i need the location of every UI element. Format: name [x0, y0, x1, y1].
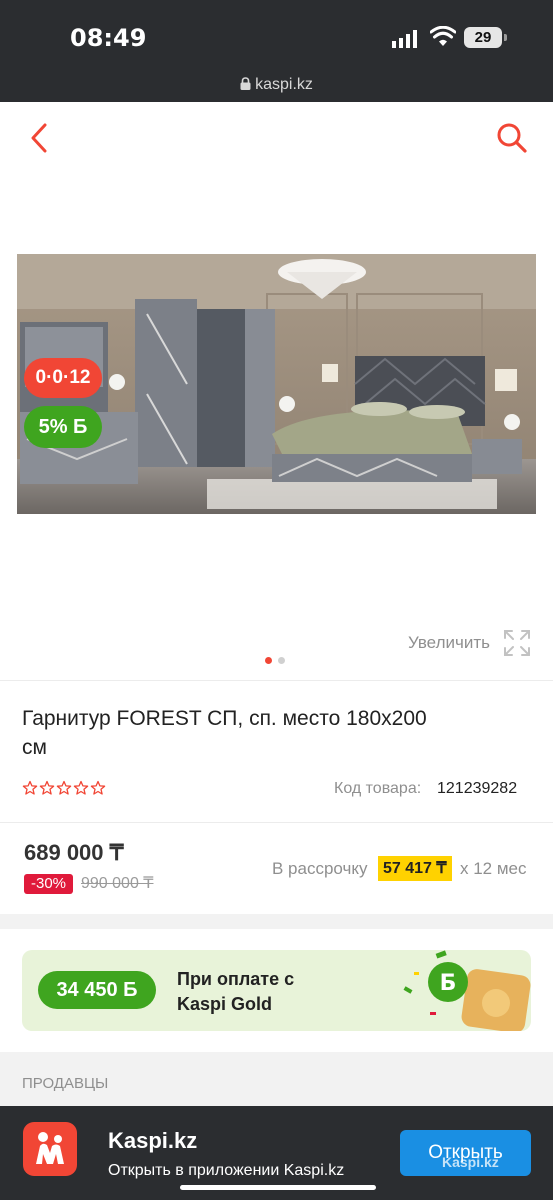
url-bar[interactable]: kaspi.kz — [0, 76, 553, 94]
wifi-icon — [430, 26, 456, 46]
pagination-dot[interactable] — [278, 657, 285, 664]
sellers-label: ПРОДАВЦЫ — [22, 1075, 109, 1092]
top-navigation — [0, 102, 553, 177]
discount-badge: -30% — [24, 874, 73, 894]
status-bar: 08:49 29 kaspi.kz — [0, 0, 553, 102]
chevron-left-icon[interactable] — [28, 122, 50, 154]
gallery-pagination[interactable] — [265, 651, 291, 669]
home-indicator[interactable] — [180, 1185, 376, 1190]
app-subtitle: Открыть в приложении Kaspi.kz — [108, 1162, 345, 1179]
star-outline-icon — [22, 780, 38, 795]
current-price: 689 000 ₸ — [24, 840, 124, 865]
bonus-badge: 5% Б — [24, 406, 102, 448]
installment-amount[interactable]: 57 417 ₸ — [378, 856, 452, 881]
product-title: Гарнитур FOREST СП, сп. место 180x200 см — [22, 707, 427, 759]
cellular-signal-icon — [392, 30, 417, 48]
star-outline-icon — [56, 780, 72, 795]
open-app-banner: Kaspi.kz Открыть в приложении Kaspi.kz О… — [0, 1106, 553, 1200]
battery-indicator: 29 — [464, 27, 502, 48]
divider — [0, 680, 553, 681]
watermark-text: Kaspi.kz — [442, 1154, 499, 1170]
kaspi-logo-icon — [36, 1132, 64, 1164]
url-text: kaspi.kz — [255, 76, 313, 93]
installment-badge: 0·0·12 — [24, 358, 102, 398]
search-icon[interactable] — [496, 122, 528, 154]
expand-icon[interactable] — [503, 629, 531, 657]
star-outline-icon — [73, 780, 89, 795]
sku-value: 121239282 — [437, 780, 518, 797]
kaspi-gold-bonus-card[interactable]: 34 450 Б При оплате с Kaspi Gold Б — [22, 950, 531, 1031]
lock-icon — [240, 77, 251, 90]
divider — [0, 822, 553, 823]
old-price: 990 000 ₸ — [81, 875, 154, 892]
pagination-dot-active[interactable] — [265, 657, 272, 664]
kaspi-logo — [23, 1122, 77, 1176]
star-outline-icon — [90, 780, 106, 795]
section-separator — [0, 914, 553, 929]
svg-text:Б: Б — [440, 971, 457, 996]
installment-term: x 12 мес — [460, 859, 527, 878]
zoom-link[interactable]: Увеличить — [408, 633, 490, 653]
kaspi-gold-card-illustration: Б — [403, 950, 531, 1031]
status-time: 08:49 — [70, 24, 147, 52]
battery-tip — [504, 34, 507, 41]
sku-label: Код товара: — [334, 780, 422, 797]
app-name: Kaspi.kz — [108, 1128, 198, 1153]
star-outline-icon — [39, 780, 55, 795]
installment-label: В рассрочку — [272, 859, 368, 878]
bonus-amount: 34 450 Б — [38, 971, 156, 1009]
rating-stars[interactable] — [22, 780, 107, 798]
kaspi-gold-text: При оплате с Kaspi Gold — [177, 969, 295, 1014]
